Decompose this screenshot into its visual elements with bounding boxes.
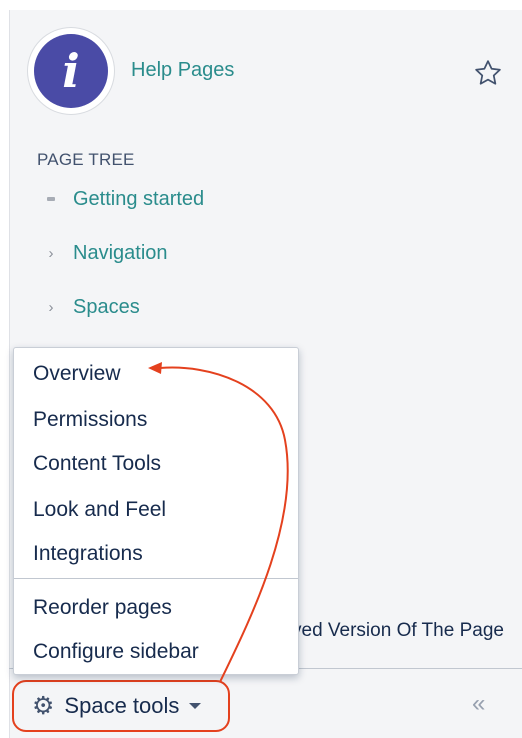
- bullet-icon: [40, 197, 62, 201]
- space-logo[interactable]: i: [28, 28, 114, 114]
- menu-divider: [14, 578, 298, 579]
- background-page-text: ved Version Of The Page: [292, 620, 504, 641]
- menu-item-permissions[interactable]: Permissions: [14, 400, 298, 440]
- menu-item-reorder-pages[interactable]: Reorder pages: [14, 588, 298, 628]
- space-name-link[interactable]: Help Pages: [131, 59, 234, 82]
- menu-item-content-tools[interactable]: Content Tools: [14, 444, 298, 484]
- tree-item-label[interactable]: Spaces: [73, 296, 140, 319]
- page-tree-heading: PAGE TREE: [37, 150, 135, 169]
- star-icon[interactable]: [473, 58, 503, 88]
- space-tools-menu: Overview Permissions Content Tools Look …: [13, 347, 299, 675]
- menu-item-look-and-feel[interactable]: Look and Feel: [14, 490, 298, 530]
- chevron-right-icon[interactable]: ›: [40, 299, 62, 316]
- menu-item-configure-sidebar[interactable]: Configure sidebar: [14, 632, 298, 672]
- gear-icon: ⚙: [32, 691, 55, 720]
- tree-item-getting-started[interactable]: Getting started: [40, 184, 204, 214]
- tree-item-label[interactable]: Getting started: [73, 188, 204, 211]
- menu-item-integrations[interactable]: Integrations: [14, 534, 298, 574]
- chevron-right-icon[interactable]: ›: [40, 245, 62, 262]
- tree-item-label[interactable]: Navigation: [73, 242, 168, 265]
- space-tools-button[interactable]: ⚙ Space tools: [12, 680, 230, 732]
- menu-item-overview[interactable]: Overview: [14, 354, 298, 394]
- space-tools-label: Space tools: [64, 693, 180, 718]
- info-i-icon: i: [34, 34, 108, 108]
- info-i-glyph: i: [62, 44, 80, 98]
- tree-item-navigation[interactable]: › Navigation: [40, 238, 168, 268]
- tree-item-spaces[interactable]: › Spaces: [40, 292, 140, 322]
- caret-down-icon: [189, 703, 202, 709]
- collapse-sidebar-icon[interactable]: «: [472, 692, 485, 716]
